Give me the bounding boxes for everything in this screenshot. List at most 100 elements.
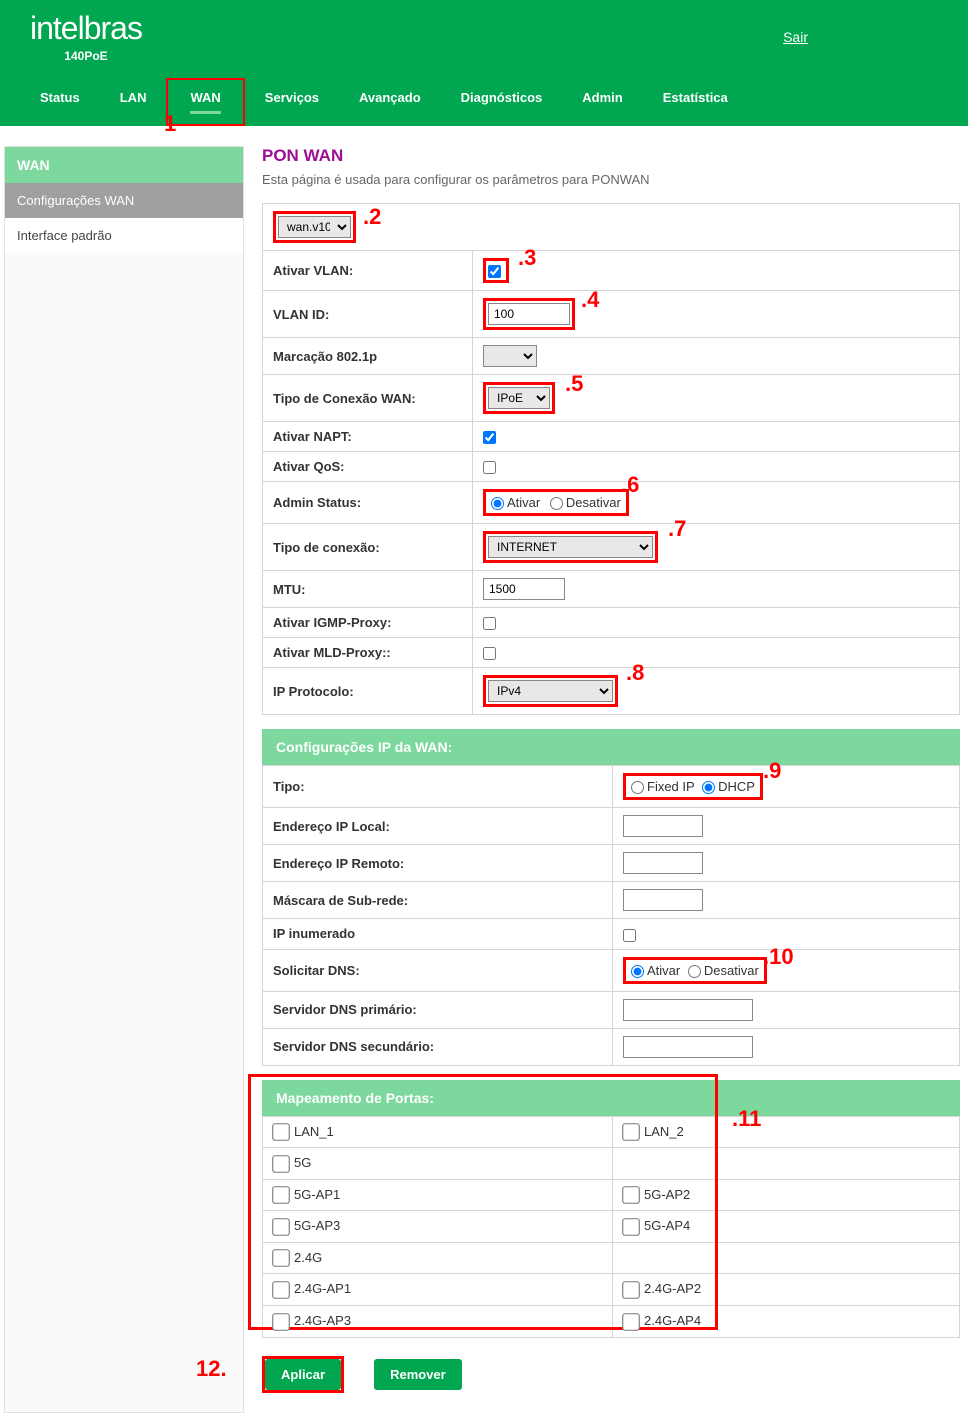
g24ap1-label: 2.4G-AP1 [294,1281,351,1296]
annotation-12: 12. [196,1356,227,1382]
tipo-conexao-select[interactable]: INTERNET [488,536,653,558]
vlan-id-input[interactable] [488,303,570,325]
igmp-checkbox[interactable] [483,617,496,630]
wan-select[interactable]: wan.v100 [278,216,351,238]
dns-prim-input[interactable] [623,999,753,1021]
g24-checkbox[interactable] [272,1250,290,1268]
remover-button[interactable]: Remover [374,1359,462,1390]
nav-estatistica[interactable]: Estatística [643,78,748,126]
inumerado-checkbox[interactable] [623,929,636,942]
g5ap2-label: 5G-AP2 [644,1187,690,1202]
mld-checkbox[interactable] [483,647,496,660]
nav-servicos[interactable]: Serviços [245,78,339,126]
sidebar: WAN Configurações WAN Interface padrão [4,146,244,1413]
mtu-label: MTU: [263,571,473,608]
nav-wan[interactable]: WAN [166,78,244,126]
ip-remoto-label: Endereço IP Remoto: [263,845,613,882]
g5-label: 5G [294,1155,311,1170]
g5-checkbox[interactable] [272,1155,290,1173]
g24ap2-label: 2.4G-AP2 [644,1281,701,1296]
ip-config-section-head: Configurações IP da WAN: [262,729,960,765]
ip-config-table: Tipo: Fixed IP DHCP .9 Endereço IP Local… [262,765,960,1065]
g24-label: 2.4G [294,1250,322,1265]
ativar-napt-checkbox[interactable] [483,431,496,444]
ativar-vlan-checkbox[interactable] [488,265,501,278]
nav-avancado[interactable]: Avançado [339,78,441,126]
annotation-9: .9 [763,758,781,784]
g24ap2-checkbox[interactable] [622,1281,640,1299]
sidebar-sub[interactable]: Configurações WAN [5,183,243,218]
g24ap4-label: 2.4G-AP4 [644,1313,701,1328]
port-mapping-table: LAN_1 LAN_2 5G 5G-AP1 5G-AP2 5G-AP3 5G-A… [262,1116,960,1338]
model-text: 140PoE [64,49,107,63]
sidebar-interface-padrao[interactable]: Interface padrão [5,218,243,253]
ativar-vlan-label: Ativar VLAN: [263,251,473,291]
ip-proto-select[interactable]: IPv4 [488,680,613,702]
solicitar-dns-label: Solicitar DNS: [263,949,613,991]
sidebar-head: WAN [5,147,243,183]
ativar-qos-label: Ativar QoS: [263,452,473,482]
lan1-checkbox[interactable] [272,1123,290,1141]
admin-status-ativar-radio[interactable] [491,497,504,510]
ativar-qos-checkbox[interactable] [483,461,496,474]
tipo-conexao-wan-label: Tipo de Conexão WAN: [263,375,473,422]
dns-desativar-radio[interactable] [688,965,701,978]
main-nav: Status LAN WAN Serviços Avançado Diagnós… [0,63,968,126]
ip-remoto-input[interactable] [623,852,703,874]
page-title: PON WAN [262,146,960,166]
ativar-napt-label: Ativar NAPT: [263,422,473,452]
inumerado-label: IP inumerado [263,919,613,949]
lan1-label: LAN_1 [294,1124,334,1139]
mascara-input[interactable] [623,889,703,911]
annotation-6: .6 [621,472,639,498]
annotation-8: .8 [626,660,644,686]
igmp-label: Ativar IGMP-Proxy: [263,608,473,638]
mascara-label: Máscara de Sub-rede: [263,882,613,919]
g24ap1-checkbox[interactable] [272,1281,290,1299]
tipo-label: Tipo: [263,766,613,808]
mtu-input[interactable] [483,578,565,600]
nav-status[interactable]: Status [20,78,100,126]
annotation-10: .10 [763,944,794,970]
nav-lan[interactable]: LAN [100,78,167,126]
dns-desativar-label: Desativar [704,963,759,978]
marcacao-select[interactable] [483,345,537,367]
mld-label: Ativar MLD-Proxy:: [263,638,473,668]
tipo-conexao-label: Tipo de conexão: [263,524,473,571]
admin-status-desativar-radio[interactable] [550,497,563,510]
dns-sec-input[interactable] [623,1036,753,1058]
aplicar-button[interactable]: Aplicar [265,1359,341,1390]
annotation-7: .7 [668,516,686,542]
g24ap3-label: 2.4G-AP3 [294,1313,351,1328]
tipo-dhcp-radio[interactable] [702,781,715,794]
logout-link[interactable]: Sair [783,29,948,45]
nav-admin[interactable]: Admin [562,78,642,126]
tipo-conexao-wan-select[interactable]: IPoE [488,387,550,409]
g24ap4-checkbox[interactable] [622,1313,640,1331]
g24ap3-checkbox[interactable] [272,1313,290,1331]
annotation-1: 1 [164,111,176,137]
dns-sec-label: Servidor DNS secundário: [263,1028,613,1065]
lan2-label: LAN_2 [644,1124,684,1139]
port-mapping-section-head: Mapeamento de Portas: [262,1080,960,1116]
dns-ativar-label: Ativar [647,963,680,978]
vlan-id-label: VLAN ID: [263,291,473,338]
tipo-fixed-radio[interactable] [631,781,644,794]
lan2-checkbox[interactable] [622,1123,640,1141]
g5ap1-checkbox[interactable] [272,1186,290,1204]
tipo-dhcp-label: DHCP [718,779,755,794]
g5ap2-checkbox[interactable] [622,1186,640,1204]
g5ap3-label: 5G-AP3 [294,1218,340,1233]
annotation-5: .5 [565,371,583,397]
dns-ativar-radio[interactable] [631,965,644,978]
marcacao-label: Marcação 802.1p [263,338,473,375]
g5ap3-checkbox[interactable] [272,1218,290,1236]
g5ap4-label: 5G-AP4 [644,1218,690,1233]
ip-local-input[interactable] [623,815,703,837]
annotation-11: .11 [732,1106,761,1132]
ip-proto-label: IP Protocolo: [263,668,473,715]
nav-diagnosticos[interactable]: Diagnósticos [441,78,563,126]
annotation-4: .4 [581,287,599,313]
g5ap4-checkbox[interactable] [622,1218,640,1236]
ip-local-label: Endereço IP Local: [263,808,613,845]
